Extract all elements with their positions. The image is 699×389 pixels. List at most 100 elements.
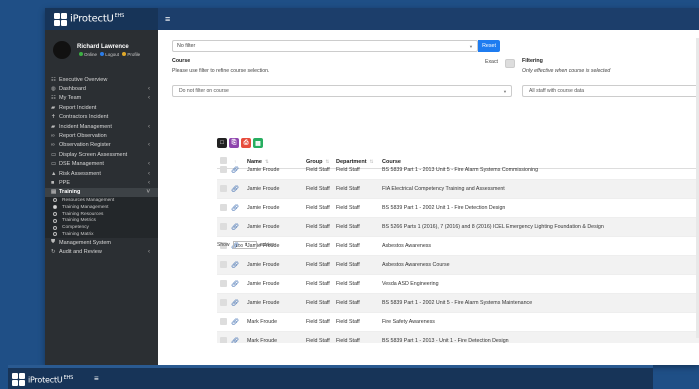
status-logout[interactable]: Logout bbox=[105, 52, 119, 57]
chevron-icon: ‹ bbox=[148, 179, 150, 186]
link-icon[interactable]: 🔗︎ bbox=[231, 224, 239, 231]
cell-name: Jamie Froude bbox=[247, 224, 280, 230]
app-window: iProtectUEHS ≡ Richard Lawrence Online L… bbox=[45, 8, 699, 365]
sidebar-item-observation-register[interactable]: ∞ Observation Register ‹ bbox=[45, 141, 158, 150]
sidebar-item-contractors-incident[interactable]: ✝ Contractors Incident bbox=[45, 113, 158, 122]
cell-department: Field Staff bbox=[336, 167, 360, 173]
monitor-icon: ▭ bbox=[51, 161, 57, 168]
sidebar-item-report-incident[interactable]: ▰ Report Incident bbox=[45, 103, 158, 112]
table-row[interactable]: 🔗︎ Jamie Froude Field Staff Field Staff FIA … bbox=[217, 180, 699, 199]
circle-icon bbox=[53, 205, 57, 210]
menu-toggle-icon[interactable]: ≡ bbox=[165, 14, 170, 24]
table-row[interactable]: 🔗︎ Jamie Froude Field Staff Field Staff BS 5… bbox=[217, 199, 699, 218]
truck-icon: ▰ bbox=[51, 123, 56, 130]
row-checkbox[interactable] bbox=[220, 279, 227, 287]
cell-course: BS 5839 Part 1 - 2013 - Unit 1 - Fire De… bbox=[382, 338, 509, 343]
sidebar-item-incident-management[interactable]: ▰ Incident Management ‹ bbox=[45, 122, 158, 131]
cell-group: Field Staff bbox=[306, 205, 330, 211]
excel-button[interactable]: ▦ bbox=[253, 138, 263, 148]
status-online[interactable]: Online bbox=[84, 52, 97, 57]
cell-department: Field Staff bbox=[336, 205, 360, 211]
warning-icon: ▲ bbox=[51, 170, 57, 177]
status-profile[interactable]: Profile bbox=[127, 52, 140, 57]
cell-course: Fire Safety Awareness bbox=[382, 319, 435, 325]
link-icon[interactable]: 🔗︎ bbox=[231, 205, 239, 212]
link-icon[interactable]: 🔗︎ bbox=[231, 262, 239, 269]
cell-department: Field Staff bbox=[336, 262, 360, 268]
table-row[interactable]: 🔗︎ Mark Froude Field Staff Field Staff BS 58… bbox=[217, 332, 699, 343]
row-checkbox[interactable] bbox=[220, 203, 227, 211]
sidebar-item-audit-and-review[interactable]: ↻ Audit and Review ‹ bbox=[45, 247, 158, 256]
binoculars-icon: ∞ bbox=[51, 142, 55, 149]
cell-group: Field Staff bbox=[306, 167, 330, 173]
cell-group: Field Staff bbox=[306, 281, 330, 287]
filter-select[interactable]: No filter ▼ bbox=[172, 40, 478, 52]
course-table: ↑ Name ⇅ Group ⇅ Department ⇅ Course 🔗︎ Jami… bbox=[217, 155, 699, 343]
sidebar-subitem-training-resources[interactable]: Training Resources bbox=[45, 210, 158, 218]
row-checkbox[interactable] bbox=[220, 336, 227, 343]
table-row[interactable]: 🔗︎ Jamie Froude Field Staff Field Staff BS 5… bbox=[217, 218, 699, 237]
filtering-note: Only effective when course is selected bbox=[522, 68, 611, 74]
row-checkbox[interactable] bbox=[220, 298, 227, 306]
table-row[interactable]: 🔗︎ Jamie Froude Field Staff Field Staff Asbe… bbox=[217, 256, 699, 275]
link-icon[interactable]: 🔗︎ bbox=[231, 186, 239, 193]
link-icon[interactable]: 🔗︎ bbox=[231, 281, 239, 288]
person-icon: ✝ bbox=[51, 114, 56, 121]
table-row[interactable]: 🔗︎ Jamie Froude Field Staff Field Staff BS 5… bbox=[217, 294, 699, 313]
row-checkbox[interactable] bbox=[220, 184, 227, 192]
sidebar-item-training[interactable]: ▤ Training ˅ bbox=[45, 187, 158, 198]
chevron-icon: ‹ bbox=[148, 95, 150, 102]
link-icon[interactable]: 🔗︎ bbox=[231, 338, 239, 343]
binoculars-icon: ∞ bbox=[51, 133, 55, 140]
sidebar-item-executive-overview[interactable]: ☷ Executive Overview bbox=[45, 75, 158, 84]
cell-name: Jamie Froude bbox=[247, 205, 280, 211]
cell-course: BS 5839 Part 1 - 2002 Unit 5 - Fire Alar… bbox=[382, 300, 533, 306]
sidebar-subitem-label: Resources Management bbox=[62, 197, 115, 203]
sidebar-item-display-screen-assessment[interactable]: ▭ Display Screen Assessment bbox=[45, 150, 158, 159]
row-checkbox[interactable] bbox=[220, 165, 227, 173]
sidebar-item-management-system[interactable]: ⛊ Management System bbox=[45, 238, 158, 247]
cell-department: Field Staff bbox=[336, 186, 360, 192]
sidebar-subitem-competency[interactable]: Competency bbox=[45, 224, 158, 232]
table-row[interactable]: 🔗︎ Jamie Froude Field Staff Field Staff Vesd… bbox=[217, 275, 699, 294]
staff-filter-select[interactable]: All staff with course data bbox=[522, 85, 699, 97]
brand-logo[interactable]: iProtectUEHS bbox=[45, 8, 158, 30]
sidebar-item-my-team[interactable]: ☷ My Team ‹ bbox=[45, 94, 158, 103]
sidebar-subitem-training-matrix[interactable]: Training Matrix bbox=[45, 231, 158, 238]
copy-button[interactable]: □ bbox=[217, 138, 227, 148]
print-button[interactable]: ⎘ bbox=[229, 138, 239, 148]
sidebar-item-label: PPE bbox=[59, 179, 71, 186]
sidebar: Richard Lawrence Online Logout Profile ☷… bbox=[45, 30, 158, 365]
sidebar-item-ppe[interactable]: ■ PPE ‹ bbox=[45, 178, 158, 187]
exact-toggle[interactable] bbox=[505, 59, 515, 68]
chevron-icon: ‹ bbox=[148, 86, 150, 93]
sidebar-subitem-label: Competency bbox=[62, 225, 89, 231]
cell-department: Field Staff bbox=[336, 300, 360, 306]
row-checkbox[interactable] bbox=[220, 260, 227, 268]
sidebar-item-report-observation[interactable]: ∞ Report Observation bbox=[45, 131, 158, 140]
sidebar-item-dse-management[interactable]: ▭ DSE Management ‹ bbox=[45, 160, 158, 169]
reset-button[interactable]: Reset bbox=[478, 40, 500, 52]
table-row[interactable]: 🔗︎ Mark Froude Field Staff Field Staff Fire … bbox=[217, 313, 699, 332]
page-length-select[interactable]: 100 ⬍ bbox=[232, 241, 257, 249]
sidebar-subitem-training-management[interactable]: Training Management bbox=[45, 203, 158, 211]
pdf-button[interactable]: ⎙ bbox=[241, 138, 251, 148]
cell-course: Asbestos Awareness Course bbox=[382, 262, 450, 268]
background-window-topbar: iProtectUEHS ≡ bbox=[8, 368, 653, 389]
table-row[interactable]: 🔗︎ Jamie Froude Field Staff Field Staff BS 5… bbox=[217, 161, 699, 180]
sidebar-item-risk-assessment[interactable]: ▲ Risk Assessment ‹ bbox=[45, 169, 158, 178]
cell-course: FIA Electrical Competency Training and A… bbox=[382, 186, 505, 192]
avatar[interactable] bbox=[53, 41, 71, 59]
course-filter-select[interactable]: Do not filter on course ▼ bbox=[172, 85, 512, 97]
link-icon[interactable]: 🔗︎ bbox=[231, 167, 239, 174]
row-checkbox[interactable] bbox=[220, 222, 227, 230]
menu-toggle-icon[interactable]: ≡ bbox=[94, 374, 99, 383]
sidebar-subitem-training-metrics[interactable]: Training Metrics bbox=[45, 217, 158, 225]
course-label: Course bbox=[172, 58, 191, 64]
link-icon[interactable]: 🔗︎ bbox=[231, 300, 239, 307]
table-row[interactable]: 🔗︎ Jamie Froude Field Staff Field Staff Asbe… bbox=[217, 237, 699, 256]
link-icon[interactable]: 🔗︎ bbox=[231, 319, 239, 326]
row-checkbox[interactable] bbox=[220, 317, 227, 325]
sidebar-item-dashboard[interactable]: ◍ Dashboard ‹ bbox=[45, 84, 158, 93]
sidebar-subitem-resources-management[interactable]: Resources Management bbox=[45, 197, 158, 204]
